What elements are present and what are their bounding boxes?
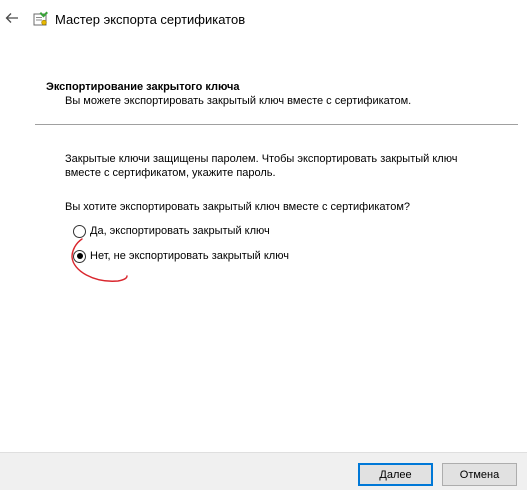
export-question: Вы хотите экспортировать закрытый ключ в… (65, 201, 411, 213)
next-button[interactable]: Далее (358, 463, 433, 486)
info-line-1: Закрытые ключи защищены паролем. Чтобы э… (65, 153, 458, 165)
radio-label-yes: Да, экспортировать закрытый ключ (90, 225, 270, 237)
window-title: Мастер экспорта сертификатов (55, 12, 246, 27)
info-text: Закрытые ключи защищены паролем. Чтобы э… (65, 152, 505, 180)
radio-label-no: Нет, не экспортировать закрытый ключ (90, 250, 289, 262)
header-divider (35, 124, 518, 125)
radio-export-yes[interactable]: Да, экспортировать закрытый ключ (73, 223, 270, 239)
info-line-2: вместе с сертификатом, укажите пароль. (65, 167, 276, 179)
radio-button-yes[interactable] (73, 224, 86, 238)
certificate-wizard-icon (33, 11, 48, 26)
cancel-button[interactable]: Отмена (442, 463, 517, 486)
title-bar: Мастер экспорта сертификатов (0, 0, 527, 38)
certificate-export-wizard-window: Мастер экспорта сертификатов Экспортиров… (0, 0, 527, 490)
section-subtitle: Вы можете экспортировать закрытый ключ в… (65, 95, 412, 107)
back-arrow-icon (5, 13, 18, 23)
radio-export-no[interactable]: Нет, не экспортировать закрытый ключ (73, 248, 289, 264)
back-button[interactable] (2, 8, 22, 28)
wizard-footer: Далее Отмена (0, 452, 527, 490)
radio-button-no[interactable] (73, 249, 86, 263)
section-heading: Экспортирование закрытого ключа (46, 81, 240, 93)
